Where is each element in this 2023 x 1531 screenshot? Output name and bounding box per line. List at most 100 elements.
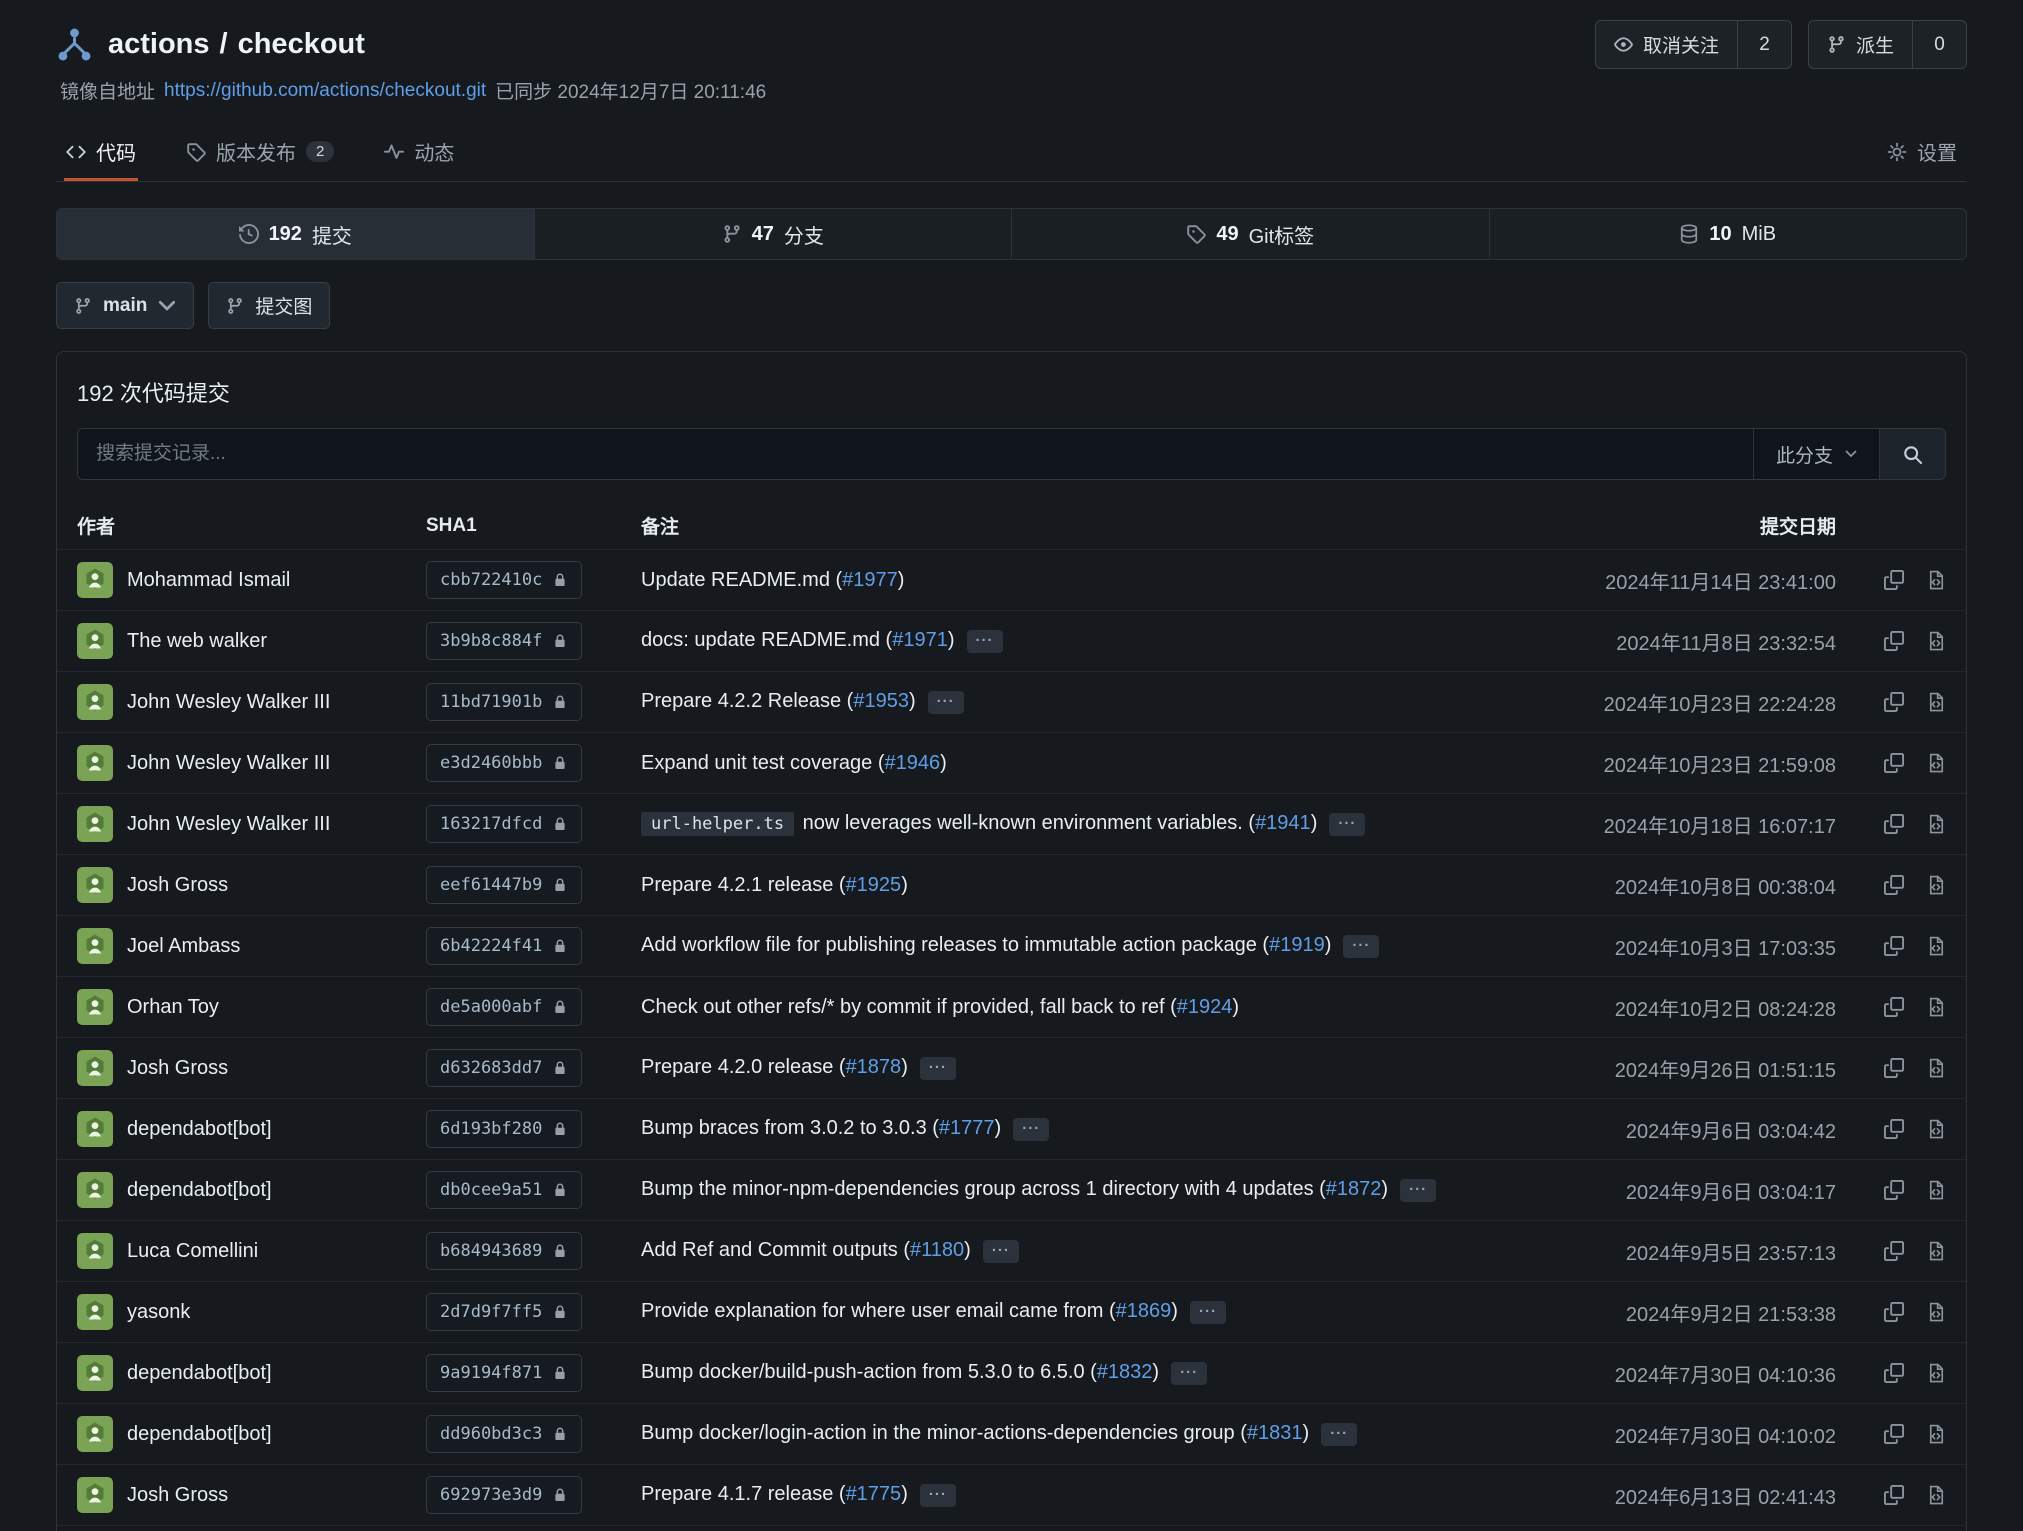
author-name-link[interactable]: Mohammad Ismail [127,569,290,592]
issue-link[interactable]: #1777 [939,1117,995,1139]
commit-sha-button[interactable]: b684943689 [426,1232,582,1270]
commit-sha-button[interactable]: de5a000abf [426,988,582,1026]
author-name-link[interactable]: Joel Ambass [127,935,240,958]
tab-settings[interactable]: 设置 [1885,122,1959,181]
browse-source-button[interactable] [1926,814,1946,834]
browse-source-button[interactable] [1926,753,1946,773]
tab-activity[interactable]: 动态 [382,122,456,181]
commit-sha-button[interactable]: 6d193bf280 [426,1110,582,1148]
author-name-link[interactable]: John Wesley Walker III [127,691,330,714]
author-name-link[interactable]: Orhan Toy [127,996,219,1019]
avatar[interactable] [77,1416,113,1452]
author-name-link[interactable]: John Wesley Walker III [127,752,330,775]
copy-sha-button[interactable] [1884,875,1904,895]
commit-sha-button[interactable]: 692973e3d9 [426,1476,582,1514]
author-name-link[interactable]: Luca Comellini [127,1240,258,1263]
search-commits-input[interactable] [78,429,1753,479]
issue-link[interactable]: #1872 [1326,1178,1382,1200]
expand-message-button[interactable]: ··· [920,1484,956,1507]
stat-size[interactable]: 10 MiB [1490,209,1967,259]
copy-sha-button[interactable] [1884,814,1904,834]
expand-message-button[interactable]: ··· [1321,1423,1357,1446]
stat-tags[interactable]: 49 Git标签 [1012,209,1490,259]
author-name-link[interactable]: Josh Gross [127,874,228,897]
repo-name-link[interactable]: checkout [238,28,365,61]
browse-source-button[interactable] [1926,692,1946,712]
issue-link[interactable]: #1878 [846,1056,902,1078]
browse-source-button[interactable] [1926,570,1946,590]
avatar[interactable] [77,1355,113,1391]
expand-message-button[interactable]: ··· [920,1057,956,1080]
browse-source-button[interactable] [1926,1424,1946,1444]
commit-graph-button[interactable]: 提交图 [208,282,330,329]
avatar[interactable] [77,928,113,964]
browse-source-button[interactable] [1926,1058,1946,1078]
author-name-link[interactable]: dependabot[bot] [127,1362,272,1385]
expand-message-button[interactable]: ··· [1329,813,1365,836]
tab-code[interactable]: 代码 [64,122,138,181]
browse-source-button[interactable] [1926,1363,1946,1383]
commit-sha-button[interactable]: 6b42224f41 [426,927,582,965]
browse-source-button[interactable] [1926,1180,1946,1200]
commit-sha-button[interactable]: db0cee9a51 [426,1171,582,1209]
author-name-link[interactable]: dependabot[bot] [127,1118,272,1141]
browse-source-button[interactable] [1926,936,1946,956]
commit-sha-button[interactable]: e3d2460bbb [426,744,582,782]
issue-link[interactable]: #1971 [892,629,948,651]
copy-sha-button[interactable] [1884,1241,1904,1261]
commit-sha-button[interactable]: eef61447b9 [426,866,582,904]
browse-source-button[interactable] [1926,631,1946,651]
avatar[interactable] [77,623,113,659]
author-name-link[interactable]: yasonk [127,1301,190,1324]
copy-sha-button[interactable] [1884,1485,1904,1505]
copy-sha-button[interactable] [1884,692,1904,712]
author-name-link[interactable]: Josh Gross [127,1484,228,1507]
commit-sha-button[interactable]: 11bd71901b [426,683,582,721]
fork-button[interactable]: 派生 [1809,21,1912,68]
copy-sha-button[interactable] [1884,753,1904,773]
avatar[interactable] [77,989,113,1025]
forks-count-button[interactable]: 0 [1912,21,1966,68]
browse-source-button[interactable] [1926,997,1946,1017]
browse-source-button[interactable] [1926,1119,1946,1139]
copy-sha-button[interactable] [1884,997,1904,1017]
avatar[interactable] [77,1294,113,1330]
copy-sha-button[interactable] [1884,570,1904,590]
issue-link[interactable]: #1831 [1247,1422,1303,1444]
issue-link[interactable]: #1919 [1269,934,1325,956]
expand-message-button[interactable]: ··· [928,691,964,714]
tab-releases[interactable]: 版本发布 2 [184,122,336,181]
expand-message-button[interactable]: ··· [1343,935,1379,958]
issue-link[interactable]: #1977 [842,569,898,591]
browse-source-button[interactable] [1926,875,1946,895]
issue-link[interactable]: #1775 [846,1483,902,1505]
issue-link[interactable]: #1941 [1255,812,1311,834]
issue-link[interactable]: #1869 [1116,1300,1172,1322]
browse-source-button[interactable] [1926,1241,1946,1261]
branch-selector[interactable]: main [56,282,194,329]
issue-link[interactable]: #1924 [1177,996,1233,1018]
commit-sha-button[interactable]: 163217dfcd [426,805,582,843]
branch-filter-dropdown[interactable]: 此分支 [1753,429,1879,479]
copy-sha-button[interactable] [1884,1424,1904,1444]
avatar[interactable] [77,1111,113,1147]
browse-source-button[interactable] [1926,1302,1946,1322]
author-name-link[interactable]: Josh Gross [127,1057,228,1080]
commit-sha-button[interactable]: 9a9194f871 [426,1354,582,1392]
expand-message-button[interactable]: ··· [1400,1179,1436,1202]
avatar[interactable] [77,684,113,720]
stat-commits[interactable]: 192 提交 [57,209,535,259]
browse-source-button[interactable] [1926,1485,1946,1505]
issue-link[interactable]: #1180 [910,1239,964,1261]
avatar[interactable] [77,1172,113,1208]
unwatch-button[interactable]: 取消关注 [1596,21,1737,68]
copy-sha-button[interactable] [1884,1119,1904,1139]
issue-link[interactable]: #1925 [846,874,902,896]
copy-sha-button[interactable] [1884,1363,1904,1383]
expand-message-button[interactable]: ··· [1013,1118,1049,1141]
author-name-link[interactable]: The web walker [127,630,267,653]
issue-link[interactable]: #1832 [1097,1361,1153,1383]
expand-message-button[interactable]: ··· [967,630,1003,653]
avatar[interactable] [77,745,113,781]
avatar[interactable] [77,806,113,842]
